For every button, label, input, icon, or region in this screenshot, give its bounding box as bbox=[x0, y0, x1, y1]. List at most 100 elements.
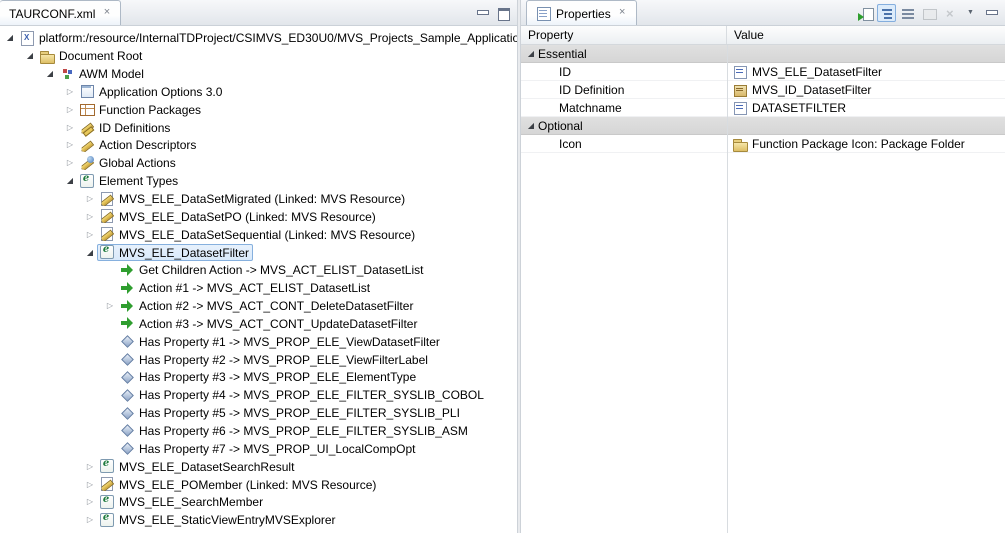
expander-icon[interactable]: ◢ bbox=[43, 69, 57, 78]
tree-row[interactable]: ▷ MVS_ELE_DatasetSearchResult bbox=[0, 457, 517, 475]
property-row[interactable]: ID MVS_ELE_DatasetFilter bbox=[521, 63, 1005, 81]
view-menu-icon[interactable] bbox=[961, 4, 980, 22]
tree-node[interactable]: MVS_ELE_POMember (Linked: MVS Resource) bbox=[97, 476, 380, 493]
expander-icon[interactable]: ▷ bbox=[83, 230, 97, 239]
tree-node[interactable]: Action #1 -> MVS_ACT_ELIST_DatasetList bbox=[117, 279, 374, 296]
expander-icon[interactable]: ◢ bbox=[63, 176, 77, 185]
tree-row[interactable]: ▷ MVS_ELE_DataSetMigrated (Linked: MVS R… bbox=[0, 190, 517, 208]
tree-node[interactable]: Get Children Action -> MVS_ACT_ELIST_Dat… bbox=[117, 261, 427, 278]
expander-icon[interactable]: ◢ bbox=[524, 49, 538, 58]
tree-node[interactable]: Action #3 -> MVS_ACT_CONT_UpdateDatasetF… bbox=[117, 315, 421, 332]
tree-row[interactable]: Has Property #6 -> MVS_PROP_ELE_FILTER_S… bbox=[0, 422, 517, 440]
expander-icon[interactable]: ▷ bbox=[83, 212, 97, 221]
tree-row[interactable]: ▷ MVS_ELE_StaticViewEntryMVSExplorer bbox=[0, 511, 517, 529]
property-value-cell[interactable]: Function Package Icon: Package Folder bbox=[727, 135, 1005, 152]
tree-node[interactable]: MVS_ELE_DatasetSearchResult bbox=[97, 458, 298, 475]
tree-row[interactable]: Has Property #3 -> MVS_PROP_ELE_ElementT… bbox=[0, 368, 517, 386]
tree-node[interactable]: Action #2 -> MVS_ACT_CONT_DeleteDatasetF… bbox=[117, 297, 417, 314]
tree-row[interactable]: ▷ MVS_ELE_SearchMember bbox=[0, 493, 517, 511]
tree-node[interactable]: Has Property #1 -> MVS_PROP_ELE_ViewData… bbox=[117, 333, 444, 350]
tree-node[interactable]: Function Packages bbox=[77, 101, 205, 118]
expander-icon[interactable]: ▷ bbox=[63, 123, 77, 132]
tree-row[interactable]: Action #3 -> MVS_ACT_CONT_UpdateDatasetF… bbox=[0, 315, 517, 333]
minimize-view-icon[interactable] bbox=[982, 4, 1001, 22]
tree-row[interactable]: ◢ Element Types bbox=[0, 172, 517, 190]
tree-node[interactable]: MVS_ELE_DataSetMigrated (Linked: MVS Res… bbox=[97, 190, 409, 207]
expander-icon[interactable]: ◢ bbox=[23, 51, 37, 60]
tree-node[interactable]: MVS_ELE_StaticViewEntryMVSExplorer bbox=[97, 511, 340, 528]
tree-node[interactable]: MVS_ELE_SearchMember bbox=[97, 493, 267, 510]
tree-node[interactable]: ID Definitions bbox=[77, 119, 174, 136]
tree-row[interactable]: Action #1 -> MVS_ACT_ELIST_DatasetList bbox=[0, 279, 517, 297]
tree-node[interactable]: Has Property #2 -> MVS_PROP_ELE_ViewFilt… bbox=[117, 351, 432, 368]
tree-row[interactable]: Has Property #7 -> MVS_PROP_UI_LocalComp… bbox=[0, 439, 517, 457]
tree-row[interactable]: Has Property #5 -> MVS_PROP_ELE_FILTER_S… bbox=[0, 404, 517, 422]
expander-icon[interactable]: ◢ bbox=[3, 33, 17, 42]
tree-node[interactable]: Action Descriptors bbox=[77, 136, 200, 153]
tree-row[interactable]: ▷ MVS_ELE_POMember (Linked: MVS Resource… bbox=[0, 475, 517, 493]
property-row[interactable]: ID Definition MVS_ID_DatasetFilter bbox=[521, 81, 1005, 99]
tab-taurconf-xml[interactable]: TAURCONF.xml bbox=[0, 0, 121, 25]
expander-icon[interactable]: ▷ bbox=[83, 497, 97, 506]
expander-icon[interactable]: ◢ bbox=[83, 248, 97, 257]
minimize-icon[interactable] bbox=[474, 5, 491, 21]
close-icon[interactable] bbox=[100, 7, 113, 20]
tab-properties[interactable]: Properties bbox=[526, 0, 637, 25]
tree-node[interactable]: Global Actions bbox=[77, 154, 180, 171]
tree-row[interactable]: ▷ ID Definitions bbox=[0, 118, 517, 136]
tree-node[interactable]: AWM Model bbox=[57, 65, 148, 82]
tree-row[interactable]: Has Property #4 -> MVS_PROP_ELE_FILTER_S… bbox=[0, 386, 517, 404]
show-categories-icon[interactable] bbox=[877, 4, 896, 22]
property-category-row[interactable]: ◢ Optional bbox=[521, 117, 1005, 135]
expander-icon[interactable]: ▷ bbox=[63, 158, 77, 167]
expander-icon[interactable]: ▷ bbox=[83, 462, 97, 471]
tree-row[interactable]: ▷ Application Options 3.0 bbox=[0, 83, 517, 101]
property-row[interactable]: Icon Function Package Icon: Package Fold… bbox=[521, 135, 1005, 153]
tree-row[interactable]: Has Property #1 -> MVS_PROP_ELE_ViewData… bbox=[0, 332, 517, 350]
tree-node[interactable]: Has Property #3 -> MVS_PROP_ELE_ElementT… bbox=[117, 368, 420, 385]
tree-node[interactable]: MVS_ELE_DataSetSequential (Linked: MVS R… bbox=[97, 226, 419, 243]
expander-icon[interactable]: ▷ bbox=[83, 194, 97, 203]
maximize-icon[interactable] bbox=[495, 5, 512, 21]
property-value-cell[interactable]: MVS_ID_DatasetFilter bbox=[727, 81, 1005, 98]
tree-row[interactable]: ▷ MVS_ELE_DataSetPO (Linked: MVS Resourc… bbox=[0, 207, 517, 225]
expander-icon[interactable]: ▷ bbox=[83, 480, 97, 489]
tree-row[interactable]: ◢ AWM Model bbox=[0, 65, 517, 83]
tree-row[interactable]: ▷ MVS_ELE_DataSetSequential (Linked: MVS… bbox=[0, 225, 517, 243]
property-category-row[interactable]: ◢ Essential bbox=[521, 45, 1005, 63]
tree-row[interactable]: ◢ MVS_ELE_DatasetFilter bbox=[0, 243, 517, 261]
tree-node[interactable]: MVS_ELE_DataSetPO (Linked: MVS Resource) bbox=[97, 208, 380, 225]
tree-node[interactable]: Has Property #7 -> MVS_PROP_UI_LocalComp… bbox=[117, 440, 419, 457]
tree-node[interactable]: Application Options 3.0 bbox=[77, 83, 226, 100]
column-divider[interactable] bbox=[727, 45, 728, 533]
value-text-icon bbox=[732, 100, 748, 116]
tree-row[interactable]: ◢ Document Root bbox=[0, 47, 517, 65]
tree-row[interactable]: Get Children Action -> MVS_ACT_ELIST_Dat… bbox=[0, 261, 517, 279]
expander-icon[interactable]: ◢ bbox=[524, 121, 538, 130]
property-value-cell[interactable]: MVS_ELE_DatasetFilter bbox=[727, 63, 1005, 80]
pin-view-icon[interactable] bbox=[856, 4, 875, 22]
tree-node[interactable]: Has Property #6 -> MVS_PROP_ELE_FILTER_S… bbox=[117, 422, 472, 439]
tree-row[interactable]: ◢ platform:/resource/InternalTDProject/C… bbox=[0, 29, 517, 47]
close-icon[interactable] bbox=[616, 7, 629, 20]
tree-node[interactable]: Has Property #5 -> MVS_PROP_ELE_FILTER_S… bbox=[117, 404, 464, 421]
tree-row[interactable]: ▷ Global Actions bbox=[0, 154, 517, 172]
tree-row[interactable]: Has Property #2 -> MVS_PROP_ELE_ViewFilt… bbox=[0, 350, 517, 368]
expander-icon[interactable]: ▷ bbox=[103, 301, 117, 310]
property-row[interactable]: Matchname DATASETFILTER bbox=[521, 99, 1005, 117]
tree-row[interactable]: ▷ Function Packages bbox=[0, 100, 517, 118]
expander-icon[interactable]: ▷ bbox=[63, 140, 77, 149]
tree-node[interactable]: platform:/resource/InternalTDProject/CSI… bbox=[17, 29, 517, 46]
tree-node[interactable]: Has Property #4 -> MVS_PROP_ELE_FILTER_S… bbox=[117, 386, 488, 403]
expander-icon[interactable]: ▷ bbox=[63, 87, 77, 96]
has-property-icon bbox=[119, 440, 135, 456]
property-value-cell[interactable]: DATASETFILTER bbox=[727, 99, 1005, 116]
tree-row[interactable]: ▷ Action #2 -> MVS_ACT_CONT_DeleteDatase… bbox=[0, 297, 517, 315]
tree-node[interactable]: MVS_ELE_DatasetFilter bbox=[97, 244, 253, 261]
tree-node[interactable]: Element Types bbox=[77, 172, 182, 189]
expander-icon[interactable]: ▷ bbox=[83, 515, 97, 524]
show-advanced-properties-icon[interactable] bbox=[898, 4, 917, 22]
tree-node[interactable]: Document Root bbox=[37, 47, 146, 64]
expander-icon[interactable]: ▷ bbox=[63, 105, 77, 114]
tree-row[interactable]: ▷ Action Descriptors bbox=[0, 136, 517, 154]
